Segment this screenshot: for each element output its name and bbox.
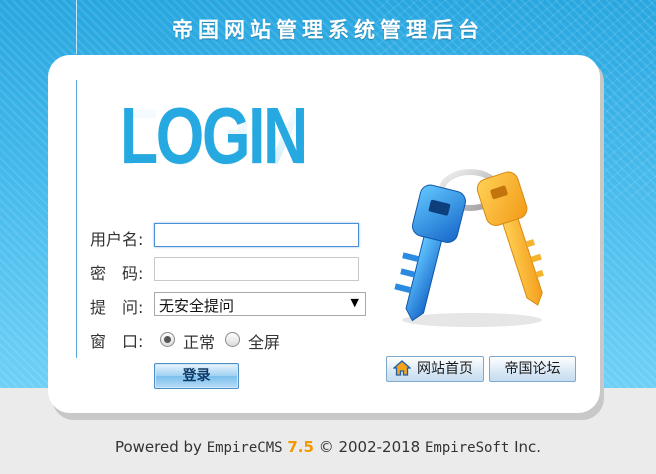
security-question-value: 无安全提问 xyxy=(159,297,235,315)
username-label: 用户名: xyxy=(90,230,144,249)
window-fullscreen-radio[interactable] xyxy=(225,332,241,347)
window-fullscreen-label: 全屏 xyxy=(248,333,281,352)
username-input[interactable] xyxy=(154,223,359,247)
forum-button[interactable]: 帝国论坛 xyxy=(489,356,576,382)
window-label: 窗 口: xyxy=(90,332,144,351)
home-icon xyxy=(393,359,411,376)
window-normal-radio[interactable] xyxy=(160,332,175,347)
window-normal-label: 正常 xyxy=(183,333,216,352)
security-question-select[interactable]: 无安全提问 ▼ xyxy=(154,292,366,316)
keys-icon xyxy=(394,169,544,327)
footer: Powered by EmpireCMS 7.5 © 2002-2018 Emp… xyxy=(0,438,656,456)
logo-reflection: LOGIN xyxy=(120,96,306,181)
footer-product[interactable]: EmpireCMS xyxy=(207,440,283,456)
page-title: 帝国网站管理系统管理后台 xyxy=(172,18,484,42)
site-home-button[interactable]: 网站首页 xyxy=(386,356,484,382)
footer-company[interactable]: EmpireSoft xyxy=(425,440,509,456)
dropdown-arrow-icon: ▼ xyxy=(350,296,359,309)
question-label: 提 问: xyxy=(90,298,144,317)
window-mode-group: 正常 全屏 xyxy=(160,329,290,352)
footer-suffix: Inc. xyxy=(514,438,542,456)
footer-copyright: © 2002-2018 xyxy=(318,438,421,456)
card-divider xyxy=(76,80,77,358)
site-home-label: 网站首页 xyxy=(417,361,473,377)
login-logo: LOGIN LOGIN xyxy=(120,96,350,216)
footer-version: 7.5 xyxy=(287,438,314,456)
login-button[interactable]: 登录 xyxy=(154,363,239,389)
footer-powered-by: Powered by xyxy=(114,438,202,456)
password-input[interactable] xyxy=(154,257,359,281)
password-label: 密 码: xyxy=(90,264,144,283)
